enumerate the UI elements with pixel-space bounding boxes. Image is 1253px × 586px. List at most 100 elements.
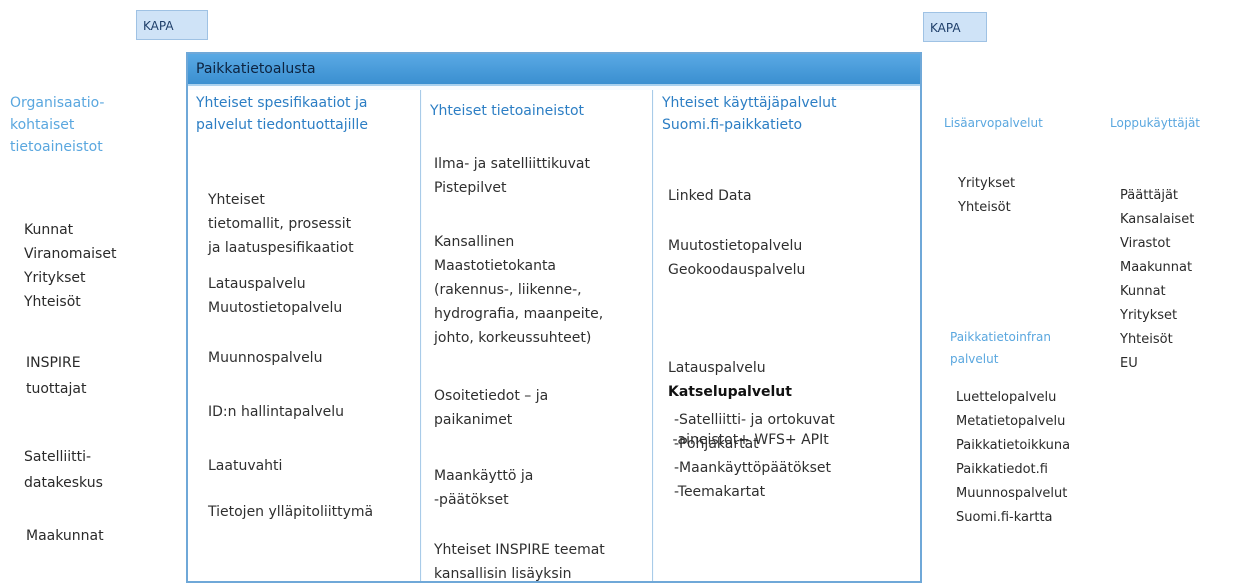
list-item-line: Kansallinen: [434, 234, 515, 250]
left-group-organisations: Kunnat Viranomaiset Yritykset Yhteisöt: [24, 218, 116, 314]
left-item: tuottajat: [26, 381, 87, 397]
list-item-line: paikanimet: [434, 412, 513, 428]
column-user-services: Yhteiset käyttäjäpalvelut Suomi.fi-paikk…: [654, 90, 920, 581]
list-item-line: Muutostietopalvelu: [668, 238, 803, 254]
list-item: Paikkatiedot.fi: [956, 462, 1048, 477]
left-group-satellite: Satelliitti- datakeskus: [24, 444, 103, 496]
kapa-box-right: KAPA: [923, 12, 987, 42]
left-item: Yhteisöt: [24, 294, 81, 310]
list-item-line: Yhteiset INSPIRE teemat: [434, 542, 605, 558]
list-item-line: Yhteiset: [208, 192, 265, 208]
katselu-heading: Katselupalvelut: [668, 384, 792, 400]
list-item-line: hydrografia, maanpeite,: [434, 306, 604, 322]
list-item-line: Maankäyttö ja: [434, 468, 534, 484]
lisaarvo-heading: Lisäarvopalvelut: [944, 116, 1043, 130]
list-item: Kansallinen Maastotietokanta (rakennus-,…: [434, 230, 603, 350]
list-item: Paikkatietoikkuna: [956, 438, 1071, 453]
left-item: INSPIRE: [26, 355, 81, 371]
list-item: Virastot: [1120, 236, 1171, 251]
list-item: -Maankäyttöpäätökset: [674, 460, 832, 476]
left-item: Maakunnat: [26, 528, 104, 544]
list-item: Kunnat: [1120, 284, 1166, 299]
list-item-line: tietomallit, prosessit: [208, 216, 352, 232]
platform-title: Paikkatietoalusta: [188, 54, 920, 86]
list-item: Metatietopalvelu: [956, 414, 1066, 429]
left-group-inspire: INSPIRE tuottajat: [26, 350, 86, 402]
column-heading-line: palvelut tiedontuottajille: [196, 117, 368, 133]
list-item: Ilma- ja satelliittikuvat Pistepilvet: [434, 152, 590, 200]
column-heading-line: Suomi.fi-paikkatieto: [662, 117, 803, 133]
list-item: Tietojen ylläpitoliittymä: [208, 500, 373, 524]
left-item: Satelliitti-: [24, 449, 92, 465]
list-item: Muunnospalvelut: [956, 486, 1068, 501]
loppu-heading: Loppukäyttäjät: [1110, 116, 1201, 130]
list-item: Muunnospalvelu: [208, 346, 322, 370]
left-heading: Organisaatio- kohtaiset tietoaineistot: [10, 92, 104, 158]
column-heading-line: Yhteiset tietoaineistot: [430, 103, 584, 119]
kapa-label-left: KAPA: [143, 19, 174, 33]
katselu-list: -Satelliitti- ja ortokuvat -Pohjakartat …: [674, 408, 835, 504]
list-item: Suomi.fi-kartta: [956, 510, 1053, 525]
list-item: Kansalaiset: [1120, 212, 1195, 227]
kapa-label-right: KAPA: [930, 21, 961, 35]
column-datasets: Yhteiset tietoaineistot Ilma- ja satelli…: [422, 90, 653, 582]
list-item-line: Maastotietokanta: [434, 258, 557, 274]
list-item-line: Ilma- ja satelliittikuvat: [434, 156, 590, 172]
list-item: Latauspalvelu Muutostietopalvelu: [208, 272, 342, 320]
list-item-line: Osoitetiedot – ja: [434, 388, 549, 404]
list-item: Yritykset: [1120, 308, 1178, 323]
list-item: Linked Data: [668, 184, 752, 208]
list-item: -Pohjakartat: [674, 436, 759, 452]
left-item: Viranomaiset: [24, 246, 117, 262]
column-heading: Yhteiset spesifikaatiot ja palvelut tied…: [196, 92, 416, 136]
list-item: Maakunnat: [1120, 260, 1193, 275]
list-item-line: Laatuvahti: [208, 458, 283, 474]
column-specifications: Yhteiset spesifikaatiot ja palvelut tied…: [188, 90, 421, 581]
list-item-line: Linked Data: [668, 188, 752, 204]
list-item-line: Tietojen ylläpitoliittymä: [208, 504, 374, 520]
infra-heading-line: Paikkatietoinfran: [950, 330, 1051, 344]
list-item: Yhteisöt: [1120, 332, 1173, 347]
list-item-line: johto, korkeussuhteet): [434, 330, 592, 346]
infra-list: Luettelopalvelu Metatietopalvelu Paikkat…: [956, 386, 1070, 530]
list-item-line: ID:n hallintapalvelu: [208, 404, 345, 420]
list-item: Yhteiset INSPIRE teemat kansallisin lisä…: [434, 538, 605, 586]
left-heading-line: kohtaiset: [10, 117, 75, 133]
kapa-box-left: KAPA: [136, 10, 208, 40]
list-item: EU: [1120, 356, 1138, 371]
left-item: Kunnat: [24, 222, 74, 238]
list-item: Yritykset: [958, 176, 1016, 191]
list-item-line: Latauspalvelu: [668, 360, 766, 376]
list-item: Yhteiset tietomallit, prosessit ja laatu…: [208, 188, 354, 260]
left-group-maakunnat: Maakunnat: [26, 524, 104, 548]
list-item: Laatuvahti: [208, 454, 282, 478]
lisaarvo-list: Yritykset Yhteisöt: [958, 172, 1015, 220]
list-item: Muutostietopalvelu Geokoodauspalvelu: [668, 234, 805, 282]
left-item: datakeskus: [24, 475, 103, 491]
column-heading-line: Yhteiset käyttäjäpalvelut: [662, 95, 837, 111]
list-item-line: Muunnospalvelu: [208, 350, 323, 366]
left-item: Yritykset: [24, 270, 86, 286]
list-item: ID:n hallintapalvelu: [208, 400, 344, 424]
left-heading-line: tietoaineistot: [10, 139, 103, 155]
infra-heading: Paikkatietoinfran palvelut: [950, 326, 1051, 370]
list-item-line: (rakennus-, liikenne-,: [434, 282, 582, 298]
list-item: Päättäjät: [1120, 188, 1179, 203]
list-item-line: Muutostietopalvelu: [208, 300, 343, 316]
list-item-line: Geokoodauspalvelu: [668, 262, 806, 278]
list-item: -Satelliitti- ja ortokuvat: [674, 412, 835, 428]
infra-heading-line: palvelut: [950, 352, 999, 366]
list-item-line: kansallisin lisäyksin: [434, 566, 572, 582]
list-item-line: Pistepilvet: [434, 180, 507, 196]
loppu-list: Päättäjät Kansalaiset Virastot Maakunnat…: [1120, 184, 1194, 376]
list-item-line: ja laatuspesifikaatiot: [208, 240, 354, 256]
list-item: Luettelopalvelu: [956, 390, 1057, 405]
list-item-line: Latauspalvelu: [208, 276, 306, 292]
left-heading-line: Organisaatio-: [10, 95, 105, 111]
list-item: Osoitetiedot – ja paikanimet: [434, 384, 548, 432]
column-heading-line: Yhteiset spesifikaatiot ja: [196, 95, 368, 111]
list-item: Maankäyttö ja -päätökset: [434, 464, 533, 512]
list-item-line: -päätökset: [434, 492, 509, 508]
column-heading: Yhteiset tietoaineistot: [430, 100, 648, 122]
column-heading: Yhteiset käyttäjäpalvelut Suomi.fi-paikk…: [662, 92, 916, 136]
